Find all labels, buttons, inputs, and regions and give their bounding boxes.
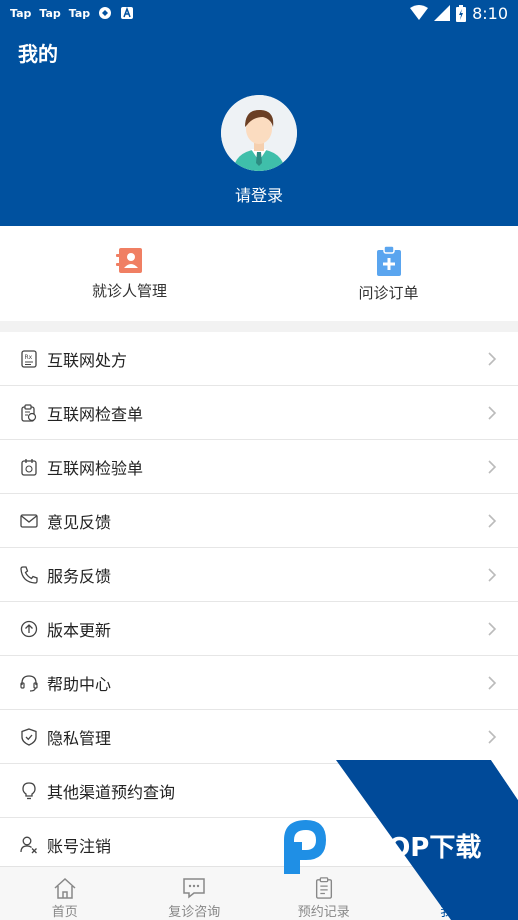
battery-icon xyxy=(456,4,467,22)
app-store-icon xyxy=(121,6,134,19)
user-avatar-icon xyxy=(221,95,297,171)
menu-item-label: 意见反馈 xyxy=(47,512,112,532)
profile-header: 我的 请登录 xyxy=(0,26,518,226)
tab-revisit-consult-label: 复诊咨询 xyxy=(168,905,221,920)
menu-list: Rx 互联网处方 互联网检查单 互联网检验单 意见反馈 服务反馈 版本更新 帮助… xyxy=(0,332,518,872)
wifi-icon xyxy=(410,5,429,20)
chevron-right-icon xyxy=(488,460,497,474)
menu-item-label: 服务反馈 xyxy=(47,566,112,586)
headset-icon xyxy=(20,674,38,692)
menu-item-label: 版本更新 xyxy=(47,620,112,640)
tab-appointment-records[interactable]: 预约记录 xyxy=(259,867,389,920)
patient-management-button[interactable]: 就诊人管理 xyxy=(0,226,259,321)
mail-icon xyxy=(20,512,38,530)
menu-item-exam-order[interactable]: 互联网检查单 xyxy=(0,386,518,440)
chevron-right-icon xyxy=(488,568,497,582)
tab-home-label: 首页 xyxy=(51,905,78,920)
tab-mine-label: 我的 xyxy=(440,905,467,920)
user-remove-icon xyxy=(20,836,38,854)
patient-management-label: 就诊人管理 xyxy=(91,282,167,300)
menu-item-prescription[interactable]: Rx 互联网处方 xyxy=(0,332,518,386)
chevron-right-icon xyxy=(488,352,497,366)
chevron-right-icon xyxy=(488,514,497,528)
svg-text:Rx: Rx xyxy=(25,354,33,361)
menu-item-feedback[interactable]: 意见反馈 xyxy=(0,494,518,548)
menu-item-help-center[interactable]: 帮助中心 xyxy=(0,656,518,710)
menu-item-label: 互联网处方 xyxy=(47,350,128,370)
prescription-icon: Rx xyxy=(20,349,38,368)
menu-item-label: 隐私管理 xyxy=(47,728,112,748)
calendar-test-icon xyxy=(20,458,38,476)
user-icon xyxy=(443,879,464,898)
chevron-right-icon xyxy=(488,622,497,636)
chevron-right-icon xyxy=(488,676,497,690)
menu-item-privacy[interactable]: 隐私管理 xyxy=(0,710,518,764)
chat-icon xyxy=(183,878,205,899)
tab-home[interactable]: 首页 xyxy=(0,867,130,920)
phone-icon xyxy=(20,565,38,584)
page-title: 我的 xyxy=(18,42,58,66)
menu-item-label: 其他渠道预约查询 xyxy=(47,782,176,802)
tab-mine[interactable]: 我的 xyxy=(389,867,518,920)
sync-icon xyxy=(99,7,112,19)
menu-item-account-cancel[interactable]: 账号注销 xyxy=(0,818,518,872)
menu-item-version-update[interactable]: 版本更新 xyxy=(0,602,518,656)
chevron-right-icon xyxy=(488,730,497,744)
upload-circle-icon xyxy=(20,620,38,638)
bottom-tab-bar: 首页 复诊咨询 预约记录 我的 xyxy=(0,866,518,920)
status-app-2: Tap xyxy=(39,6,61,20)
status-app-3: Tap xyxy=(68,6,91,20)
quick-actions: 就诊人管理 问诊订单 xyxy=(0,226,518,321)
menu-item-label: 账号注销 xyxy=(47,837,112,856)
tab-appointment-records-label: 预约记录 xyxy=(297,905,350,920)
home-icon xyxy=(54,877,76,899)
menu-item-other-channel-query[interactable]: 其他渠道预约查询 xyxy=(0,764,518,818)
clipboard-icon xyxy=(315,877,332,899)
contact-card-icon xyxy=(115,248,142,273)
signal-icon xyxy=(434,5,451,21)
tab-revisit-consult[interactable]: 复诊咨询 xyxy=(130,867,260,920)
lightbulb-icon xyxy=(20,781,38,800)
consultation-orders-label: 问诊订单 xyxy=(358,284,419,302)
login-link[interactable]: 请登录 xyxy=(0,182,518,206)
shield-check-icon xyxy=(20,727,38,746)
status-time: 8:10 xyxy=(472,3,508,23)
clipboard-plus-icon xyxy=(376,246,401,276)
menu-item-service-feedback[interactable]: 服务反馈 xyxy=(0,548,518,602)
clipboard-check-icon xyxy=(20,403,38,422)
consultation-orders-button[interactable]: 问诊订单 xyxy=(259,226,518,321)
chevron-right-icon xyxy=(488,406,497,420)
menu-item-label: 帮助中心 xyxy=(47,674,112,694)
avatar[interactable] xyxy=(221,95,297,171)
menu-item-lab-order[interactable]: 互联网检验单 xyxy=(0,440,518,494)
status-app-1: Tap xyxy=(10,6,32,20)
menu-item-label: 互联网检查单 xyxy=(47,404,144,424)
status-bar: Tap Tap Tap 8:10 xyxy=(0,0,518,26)
menu-item-label: 互联网检验单 xyxy=(47,458,144,478)
